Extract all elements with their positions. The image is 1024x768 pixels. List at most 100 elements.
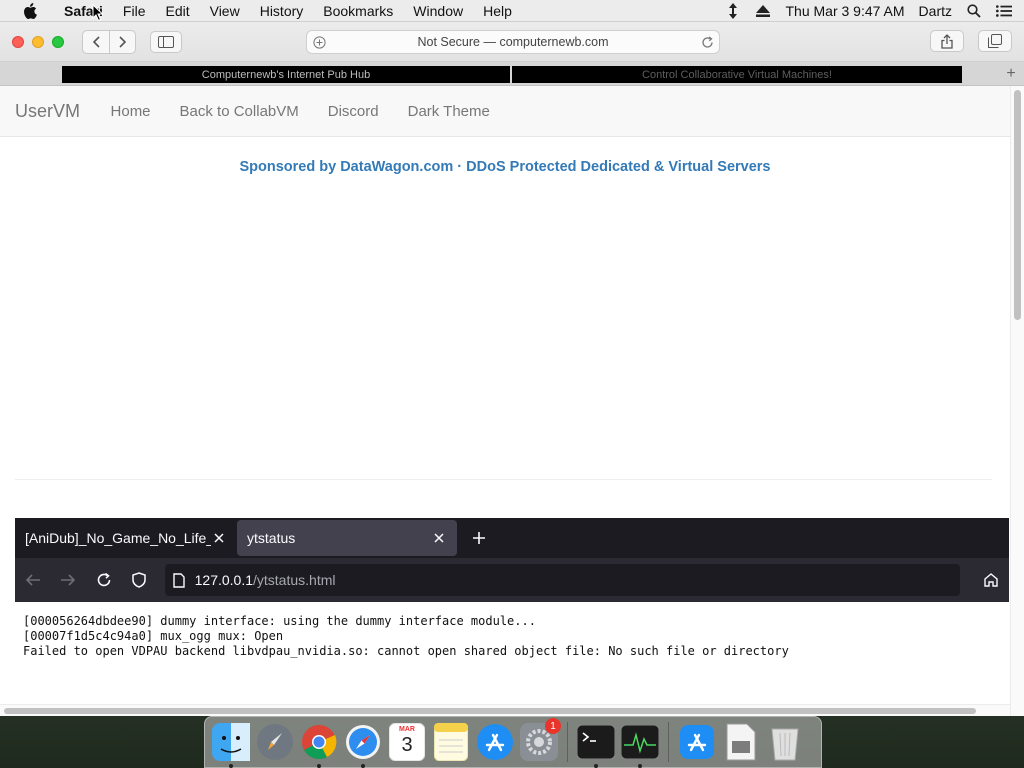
window-controls: [12, 35, 64, 48]
notification-badge: 1: [545, 718, 561, 734]
log-line: Failed to open VDPAU backend libvdpau_nv…: [23, 644, 789, 658]
safari-icon[interactable]: [343, 722, 383, 768]
dock-separator: [668, 722, 669, 762]
finder-icon[interactable]: [211, 722, 251, 768]
firefox-tab-anidub[interactable]: [AniDub]_No_Game_No_Life_: [15, 520, 237, 556]
nav-dark-theme[interactable]: Dark Theme: [393, 103, 504, 120]
reload-icon[interactable]: [86, 562, 121, 598]
file-icon[interactable]: [721, 722, 761, 762]
zoom-window-button[interactable]: [52, 35, 64, 48]
new-tab-plus-icon[interactable]: +: [1002, 65, 1020, 83]
log-line: [000056264dbdee90] dummy interface: usin…: [23, 614, 536, 628]
mouse-pointer-icon: [92, 3, 104, 22]
firefox-nav-bar: 127.0.0.1/ytstatus.html: [15, 558, 1009, 602]
back-button[interactable]: [83, 31, 109, 53]
forward-button[interactable]: [109, 30, 135, 53]
nav-back-to-collabvm[interactable]: Back to CollabVM: [165, 103, 313, 120]
launchpad-icon[interactable]: [255, 722, 295, 762]
nav-discord[interactable]: Discord: [313, 103, 393, 120]
url-host: 127.0.0.1: [194, 572, 254, 588]
tabs-icon: [988, 34, 1002, 48]
close-tab-icon[interactable]: [211, 530, 227, 546]
chrome-icon[interactable]: [299, 722, 339, 768]
running-indicator: [638, 764, 642, 768]
safari-toolbar: Not Secure — computernewb.com: [0, 22, 1024, 62]
dock-separator: [567, 722, 568, 762]
horizontal-scrollbar[interactable]: [0, 704, 1010, 716]
terminal-icon[interactable]: [576, 722, 616, 768]
menu-history[interactable]: History: [250, 3, 314, 19]
chevron-right-icon: [118, 35, 126, 48]
reload-icon[interactable]: [695, 35, 719, 49]
trash-icon[interactable]: [765, 722, 805, 762]
firefox-tab-ytstatus[interactable]: ytstatus: [237, 520, 457, 556]
firefox-url-bar[interactable]: 127.0.0.1/ytstatus.html: [164, 564, 960, 596]
address-bar[interactable]: Not Secure — computernewb.com: [306, 30, 720, 54]
favorite-collabvm[interactable]: Control Collaborative Virtual Machines!: [512, 66, 962, 83]
close-window-button[interactable]: [12, 35, 24, 48]
divider: [15, 479, 992, 480]
menubar-clock[interactable]: Thu Mar 3 9:47 AM: [785, 3, 904, 19]
running-indicator: [361, 764, 365, 768]
share-button[interactable]: [930, 30, 964, 52]
running-indicator: [594, 764, 598, 768]
address-text: Not Secure — computernewb.com: [417, 35, 609, 49]
app-store-downloads-icon[interactable]: [677, 722, 717, 762]
forward-arrow-icon[interactable]: [50, 562, 85, 598]
tab-label: ytstatus: [247, 530, 296, 546]
menu-bar: Safari File Edit View History Bookmarks …: [0, 0, 1024, 22]
notes-icon[interactable]: [431, 722, 471, 762]
system-preferences-icon[interactable]: 1: [519, 718, 561, 762]
toolbar-right: [930, 30, 1012, 52]
history-nav: [82, 29, 136, 54]
chevron-left-icon: [92, 35, 100, 48]
menubar-user[interactable]: Dartz: [919, 3, 952, 19]
back-arrow-icon[interactable]: [15, 562, 50, 598]
vertical-scrollbar[interactable]: [1010, 86, 1024, 716]
page-icon: [172, 572, 185, 588]
close-tab-icon[interactable]: [431, 530, 447, 546]
menu-window[interactable]: Window: [403, 3, 473, 19]
firefox-tab-strip: [AniDub]_No_Game_No_Life_ ytstatus: [15, 518, 1009, 558]
favorites-bar: Computernewb's Internet Pub Hub Control …: [0, 62, 1024, 86]
menu-file[interactable]: File: [113, 3, 156, 19]
share-icon: [941, 33, 953, 49]
url-path: /ytstatus.html: [253, 572, 336, 588]
calendar-month: MAR: [399, 726, 415, 733]
app-store-icon[interactable]: [475, 722, 515, 762]
menu-help[interactable]: Help: [473, 3, 522, 19]
web-content: UserVM Home Back to CollabVM Discord Dar…: [0, 86, 1010, 716]
tab-overview-button[interactable]: [978, 30, 1012, 52]
running-indicator: [229, 764, 233, 768]
log-output: [000056264dbdee90] dummy interface: usin…: [15, 602, 1009, 671]
vertical-scroll-thumb[interactable]: [1014, 90, 1021, 320]
nav-home[interactable]: Home: [96, 103, 165, 120]
menu-view[interactable]: View: [200, 3, 250, 19]
apple-menu-icon[interactable]: [20, 1, 40, 21]
menu-bookmarks[interactable]: Bookmarks: [313, 3, 403, 19]
sidebar-toggle-button[interactable]: [150, 30, 182, 53]
scroll-arrows-icon[interactable]: [725, 2, 741, 19]
new-tab-plus-icon[interactable]: [467, 526, 491, 550]
menu-app-name[interactable]: Safari: [54, 3, 113, 19]
activity-monitor-icon[interactable]: [620, 722, 660, 768]
site-brand[interactable]: UserVM: [15, 101, 80, 122]
shield-icon[interactable]: [121, 562, 156, 598]
calendar-icon[interactable]: MAR 3: [387, 722, 427, 762]
menu-edit[interactable]: Edit: [155, 3, 199, 19]
privacy-report-icon[interactable]: [307, 35, 331, 49]
minimize-window-button[interactable]: [32, 35, 44, 48]
calendar-day: 3: [401, 734, 413, 756]
vm-screen[interactable]: [AniDub]_No_Game_No_Life_ ytstatus 127.0…: [15, 518, 1009, 716]
favorite-computernewb-pub-hub[interactable]: Computernewb's Internet Pub Hub: [62, 66, 510, 83]
home-icon[interactable]: [974, 562, 1009, 598]
horizontal-scroll-thumb[interactable]: [4, 708, 976, 714]
running-indicator: [317, 764, 321, 768]
sidebar-icon: [158, 35, 174, 48]
eject-icon[interactable]: [755, 3, 771, 19]
sponsor-link[interactable]: Sponsored by DataWagon.com · DDoS Protec…: [0, 159, 1010, 175]
spotlight-search-icon[interactable]: [966, 3, 982, 19]
safari-window: Not Secure — computernewb.com Computerne…: [0, 22, 1024, 716]
notification-center-icon[interactable]: [996, 3, 1012, 19]
log-line: [00007f1d5c4c94a0] mux_ogg mux: Open: [23, 629, 284, 643]
